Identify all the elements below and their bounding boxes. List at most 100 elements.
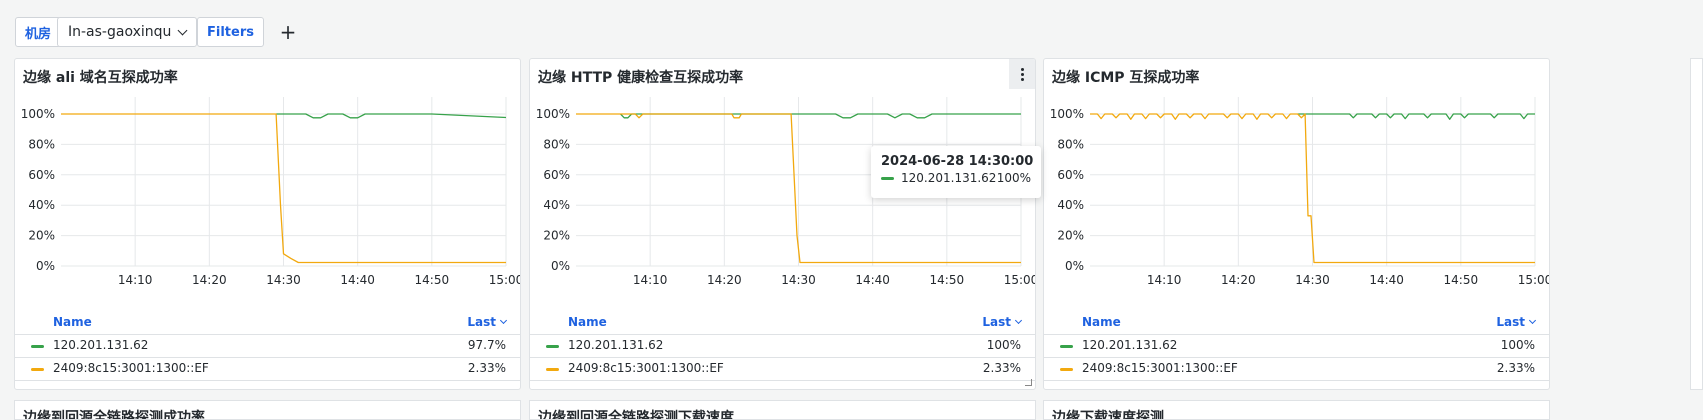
- legend-series-last: 100%: [1500, 338, 1535, 352]
- add-filter-button[interactable]: +: [278, 20, 298, 44]
- legend-series-last: 100%: [986, 338, 1021, 352]
- y-tick-label: 40%: [28, 198, 55, 212]
- legend-header: Name Last: [530, 312, 1035, 335]
- y-tick-label: 60%: [28, 168, 55, 182]
- panel-title[interactable]: 边缘到回源全链路探测成功率: [23, 407, 205, 419]
- dot-icon: [1020, 77, 1024, 81]
- legend-series-last: 2.33%: [1496, 361, 1535, 375]
- panel-title[interactable]: 边缘 ICMP 互探成功率: [1052, 67, 1199, 87]
- panel-title[interactable]: 边缘 ali 域名互探成功率: [23, 67, 178, 87]
- y-tick-label: 0%: [551, 259, 570, 273]
- panel-stub: 边缘下载速度探测: [1043, 400, 1550, 420]
- chevron-down-icon: [1528, 316, 1537, 325]
- legend-header: Name Last: [1044, 312, 1549, 335]
- legend-row[interactable]: 2409:8c15:3001:1300::EF 2.33%: [530, 358, 1035, 381]
- y-tick-label: 80%: [1057, 137, 1084, 151]
- tooltip-series-name: 120.201.131.62: [901, 171, 997, 185]
- panel-stub: 边缘到回源全链路探测下载速度: [529, 400, 1036, 420]
- x-tick-label: 14:20: [1221, 273, 1256, 287]
- x-tick-label: 15:00: [1518, 273, 1550, 287]
- series-swatch: [1060, 345, 1073, 348]
- room-select[interactable]: In-as-gaoxinqu: [57, 17, 198, 47]
- legend-series-name: 120.201.131.62: [1082, 338, 1178, 352]
- legend-row[interactable]: 120.201.131.62 97.7%: [15, 335, 520, 358]
- chevron-down-icon: [177, 25, 188, 35]
- legend-row[interactable]: 2409:8c15:3001:1300::EF 2.33%: [1044, 358, 1549, 381]
- x-tick-label: 14:10: [633, 273, 668, 287]
- line-chart[interactable]: 0% 20% 40% 60% 80% 100% 14:10 14:20 14:30 14:40 14…: [1044, 89, 1550, 309]
- panel-title[interactable]: 边缘下载速度探测: [1052, 407, 1164, 419]
- y-tick-label: 40%: [1057, 198, 1084, 212]
- y-tick-label: 80%: [543, 137, 570, 151]
- series-line: [1297, 113, 1535, 120]
- legend-series-last: 97.7%: [467, 338, 506, 352]
- legend-name-header[interactable]: Name: [1082, 315, 1121, 329]
- legend-name-header[interactable]: Name: [53, 315, 92, 329]
- y-tick-label: 60%: [543, 168, 570, 182]
- legend-row[interactable]: 120.201.131.62 100%: [1044, 335, 1549, 358]
- x-tick-label: 14:30: [266, 273, 301, 287]
- panel-menu-button[interactable]: [1009, 59, 1035, 89]
- panel-title[interactable]: 边缘到回源全链路探测下载速度: [538, 407, 734, 419]
- x-tick-label: 15:00: [489, 273, 521, 287]
- x-tick-label: 14:40: [855, 273, 890, 287]
- panel-title[interactable]: 边缘 HTTP 健康检查互探成功率: [538, 67, 743, 87]
- y-tick-label: 20%: [1057, 229, 1084, 243]
- x-tick-label: 14:50: [415, 273, 450, 287]
- x-tick-label: 14:30: [1295, 273, 1330, 287]
- series-swatch: [546, 368, 559, 371]
- legend-row[interactable]: 2409:8c15:3001:1300::EF 2.33%: [15, 358, 520, 381]
- legend-name-header[interactable]: Name: [568, 315, 607, 329]
- panel-icmp: 边缘 ICMP 互探成功率 0% 20% 40% 60% 80% 100% 14:10 14:…: [1043, 58, 1550, 390]
- legend-last-header[interactable]: Last: [467, 315, 496, 329]
- resize-handle[interactable]: [1025, 379, 1032, 386]
- legend-series-name: 2409:8c15:3001:1300::EF: [53, 361, 209, 375]
- x-tick-label: 14:30: [781, 273, 816, 287]
- legend-row[interactable]: 120.201.131.62 100%: [530, 335, 1035, 358]
- legend-series-last: 2.33%: [467, 361, 506, 375]
- line-chart[interactable]: 0% 20% 40% 60% 80% 100% 14:10 14:20 14:30 14:40 14…: [530, 89, 1036, 309]
- x-tick-label: 14:20: [707, 273, 742, 287]
- series-line: [276, 113, 507, 119]
- y-tick-label: 100%: [1050, 107, 1084, 121]
- y-tick-label: 60%: [1057, 168, 1084, 182]
- legend-last-header[interactable]: Last: [1496, 315, 1525, 329]
- tooltip-time: 2024-06-28 14:30:00: [881, 154, 1034, 169]
- chart-tooltip: 2024-06-28 14:30:00 120.201.131.62 100%: [871, 146, 1041, 198]
- legend-series-last: 2.33%: [982, 361, 1021, 375]
- y-tick-label: 0%: [36, 259, 55, 273]
- panel-stub: 边缘到回源全链路探测成功率: [14, 400, 521, 420]
- series-swatch: [31, 368, 44, 371]
- chevron-down-icon: [499, 316, 508, 325]
- y-tick-label: 20%: [543, 229, 570, 243]
- chevron-down-icon: [1014, 316, 1023, 325]
- legend-series-name: 120.201.131.62: [568, 338, 664, 352]
- dot-icon: [1020, 67, 1024, 71]
- room-select-value: In-as-gaoxinqu: [68, 24, 172, 40]
- y-tick-label: 40%: [543, 198, 570, 212]
- series-swatch: [546, 345, 559, 348]
- tooltip-series-value: 100%: [996, 171, 1031, 185]
- x-tick-label: 14:50: [1444, 273, 1479, 287]
- line-chart[interactable]: 0% 20% 40% 60% 80% 100% 14:10 14:20 14:30 14:40 14…: [15, 89, 521, 309]
- next-panel-edge: [1690, 58, 1703, 390]
- y-tick-label: 20%: [28, 229, 55, 243]
- room-variable-label: 机房: [15, 17, 62, 47]
- dot-icon: [1020, 72, 1024, 76]
- panel-http-health: 边缘 HTTP 健康检查互探成功率 0% 20% 40% 60% 80% 100% 14:1…: [529, 58, 1036, 390]
- legend-last-header[interactable]: Last: [982, 315, 1011, 329]
- x-tick-label: 14:40: [340, 273, 375, 287]
- series-swatch: [31, 345, 44, 348]
- x-tick-label: 14:10: [118, 273, 153, 287]
- x-tick-label: 14:10: [1147, 273, 1182, 287]
- y-tick-label: 80%: [28, 137, 55, 151]
- y-tick-label: 0%: [1065, 259, 1084, 273]
- x-tick-label: 15:00: [1004, 273, 1036, 287]
- y-tick-label: 100%: [536, 107, 570, 121]
- toolbar: 机房 In-as-gaoxinqu Filters +: [0, 0, 1703, 60]
- filters-button[interactable]: Filters: [197, 17, 264, 47]
- panel-ali-domain: 边缘 ali 域名互探成功率 0% 20% 40% 60% 80% 100% 14:10 14…: [14, 58, 521, 390]
- x-tick-label: 14:40: [1369, 273, 1404, 287]
- series-swatch: [881, 177, 894, 180]
- legend-series-name: 2409:8c15:3001:1300::EF: [568, 361, 724, 375]
